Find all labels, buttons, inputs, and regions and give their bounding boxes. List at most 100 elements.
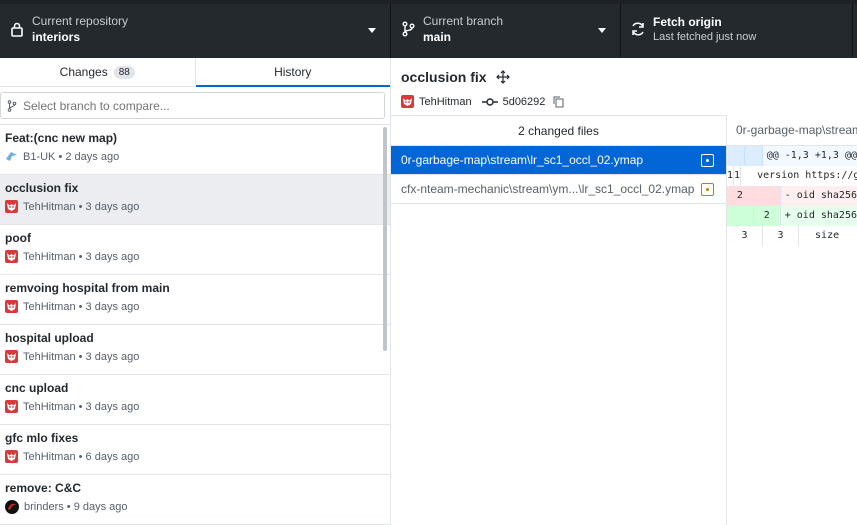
commit-row[interactable]: hospital upload TehHitman • 3 days ago xyxy=(0,325,390,375)
diff-pane: 0r-garbage-map\stream\lr_sc1_occl_02.yma… xyxy=(726,115,857,525)
diff-line[interactable]: 11 version https://git-lfs.github.com/sp… xyxy=(727,166,857,186)
compare-branch-bar xyxy=(0,87,390,125)
branch-icon xyxy=(391,21,423,37)
commit-list: Feat:(cnc new map) B1-UK • 2 days ago occl… xyxy=(0,125,390,525)
diff-lines: @@ -1,3 +1,3 @@ 11 version https://git-lf… xyxy=(727,146,857,246)
scrollbar-thumb[interactable] xyxy=(383,127,387,351)
separator-dot: • xyxy=(75,400,86,413)
repository-label: Current repository xyxy=(32,13,129,28)
current-repository-button[interactable]: Current repository interiors xyxy=(0,0,391,58)
changed-file-item[interactable]: 0r-garbage-map\stream\lr_sc1_occl_02.yma… xyxy=(391,146,726,175)
commit-row[interactable]: poof TehHitman • 3 days ago xyxy=(0,225,390,275)
old-line-number: 3 xyxy=(727,226,763,246)
commit-row[interactable]: cnc upload TehHitman • 3 days ago xyxy=(0,375,390,425)
commit-row-author: B1-UK xyxy=(23,150,56,163)
old-line-number: 2 xyxy=(727,186,754,206)
compare-branch-input[interactable] xyxy=(23,98,363,113)
commit-row-title: Feat:(cnc new map) xyxy=(5,131,118,145)
sidebar-tabs: Changes 88 History xyxy=(0,58,390,87)
commit-row[interactable]: remvoing hospital from main TehHitman • 3… xyxy=(0,275,390,325)
tab-history-label: History xyxy=(274,65,312,79)
file-path: cfx-nteam-mechanic\stream\ym...\lr_sc1_o… xyxy=(401,182,695,196)
avatar xyxy=(5,150,18,163)
fetch-title: Fetch origin xyxy=(653,14,722,29)
commit-row-title: remvoing hospital from main xyxy=(5,281,170,295)
diff-line-text: @@ -1,3 +1,3 @@ xyxy=(766,150,857,161)
tab-history[interactable]: History xyxy=(194,58,391,87)
avatar xyxy=(401,95,414,108)
commit-sha: 5d06292 xyxy=(502,95,546,108)
commit-row-title: poof xyxy=(5,231,31,245)
old-line-number: 1 xyxy=(727,166,735,186)
new-line-number: 1 xyxy=(734,166,742,186)
diff-line[interactable]: 2 - oid sha256 xyxy=(727,186,857,206)
new-line-number xyxy=(744,146,763,166)
separator-dot: • xyxy=(75,250,86,263)
expand-icon[interactable] xyxy=(495,70,510,84)
commit-row-time: 2 days ago xyxy=(65,150,120,163)
branch-icon xyxy=(7,99,17,112)
file-path: 0r-garbage-map\stream\lr_sc1_occl_02.yma… xyxy=(401,153,644,167)
avatar xyxy=(5,200,18,213)
fetch-origin-button[interactable]: Fetch origin Last fetched just now xyxy=(621,0,853,58)
branch-name: main xyxy=(423,29,452,44)
avatar xyxy=(5,450,18,463)
diff-line[interactable]: 2 + oid sha256 xyxy=(727,206,857,226)
diff-line[interactable]: @@ -1,3 +1,3 @@ xyxy=(727,146,857,166)
commit-row-title: occlusion fix xyxy=(5,181,79,195)
commit-title: occlusion fix xyxy=(401,69,487,85)
commit-row[interactable]: Feat:(cnc new map) B1-UK • 2 days ago xyxy=(0,125,390,175)
commit-row-author: brinders xyxy=(24,501,64,513)
avatar xyxy=(5,300,18,313)
separator-dot: • xyxy=(55,150,66,163)
sync-icon xyxy=(621,21,653,37)
avatar xyxy=(5,350,18,363)
commit-row-time: 3 days ago xyxy=(85,350,140,363)
commit-row[interactable]: remove: C&C brinders • 9 days ago xyxy=(0,475,390,525)
diff-line-text: - oid sha256 xyxy=(784,190,857,201)
commit-row-time: 3 days ago xyxy=(85,300,140,313)
changed-files-header: 2 changed files xyxy=(391,116,726,146)
chevron-down-icon xyxy=(598,28,606,33)
commit-row-time: 9 days ago xyxy=(73,501,128,513)
separator-dot: • xyxy=(75,300,86,313)
branch-label: Current branch xyxy=(423,13,504,28)
avatar xyxy=(5,250,18,263)
commit-row-author: TehHitman xyxy=(23,350,76,363)
commit-row-time: 3 days ago xyxy=(85,200,140,213)
lock-icon xyxy=(0,21,32,37)
toolbar: Current repository interiors Current bra… xyxy=(0,0,857,58)
changes-count-badge: 88 xyxy=(113,65,135,79)
diff-line-text: version https://git-lfs.github.com/spec/… xyxy=(757,170,857,181)
new-line-number xyxy=(753,186,781,206)
compare-branch-field[interactable] xyxy=(0,92,385,119)
file-modified-icon xyxy=(701,183,714,196)
commit-detail-pane: occlusion fix TehHitman 5d06292 2 change… xyxy=(391,58,726,525)
commit-row-author: TehHitman xyxy=(23,250,76,263)
separator-dot: • xyxy=(75,450,86,463)
separator-dot: • xyxy=(75,200,86,213)
commit-summary-header: occlusion fix TehHitman 5d06292 xyxy=(391,58,726,116)
diff-line[interactable]: 33 size xyxy=(727,226,857,246)
copy-icon[interactable] xyxy=(553,96,564,108)
avatar xyxy=(5,500,19,514)
diff-line-text: size xyxy=(803,230,840,241)
commit-row[interactable]: occlusion fix TehHitman • 3 days ago xyxy=(0,175,390,225)
commit-row-author: TehHitman xyxy=(23,200,76,213)
current-branch-button[interactable]: Current branch main xyxy=(391,0,621,58)
title-bar-strip xyxy=(0,0,857,4)
commit-icon xyxy=(481,97,498,106)
sidebar: Changes 88 History Feat:(cnc new map) B1-… xyxy=(0,58,391,525)
commit-author: TehHitman xyxy=(419,95,472,108)
new-line-number: 2 xyxy=(753,206,781,226)
separator-dot: • xyxy=(75,350,86,363)
old-line-number xyxy=(727,146,745,166)
commit-row-title: hospital upload xyxy=(5,331,94,345)
commit-row-author: TehHitman xyxy=(23,400,76,413)
separator-dot: • xyxy=(63,501,74,513)
changed-file-item[interactable]: cfx-nteam-mechanic\stream\ym...\lr_sc1_o… xyxy=(391,175,726,204)
commit-row[interactable]: gfc mlo fixes TehHitman • 6 days ago xyxy=(0,425,390,475)
tab-changes[interactable]: Changes 88 xyxy=(0,58,195,86)
file-modified-icon xyxy=(701,154,714,167)
chevron-down-icon xyxy=(368,28,376,33)
